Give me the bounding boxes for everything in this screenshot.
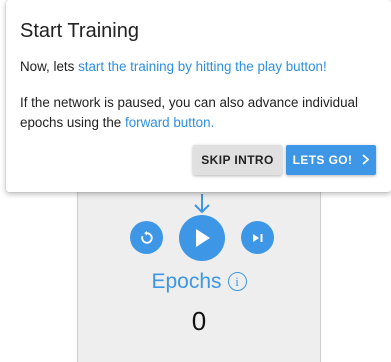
stage: Epochs i 0 Start Training Now, lets start… (0, 0, 391, 362)
reset-icon (140, 230, 153, 244)
skip-intro-label: SKIP INTRO (201, 153, 274, 167)
step-forward-button[interactable] (241, 221, 274, 254)
dialog-paragraph-1: Now, lets start the training by hitting … (20, 57, 380, 77)
start-training-dialog: Start Training Now, lets start the train… (6, 0, 391, 192)
lets-go-label: LETS GO! (292, 153, 353, 167)
step-forward-icon (252, 233, 262, 242)
epochs-value: 0 (191, 306, 207, 336)
play-button[interactable] (179, 215, 225, 261)
dialog-paragraph-2: If the network is paused, you can also a… (20, 93, 380, 133)
paragraph-1-text: Now, lets (20, 59, 79, 74)
play-button-link[interactable]: start the training by hitting the play b… (78, 59, 327, 74)
arrow-down-icon (194, 194, 210, 214)
play-icon (196, 229, 210, 247)
skip-intro-button[interactable]: SKIP INTRO (193, 145, 282, 175)
lets-go-button[interactable]: LETS GO! (286, 145, 376, 175)
forward-button-link[interactable]: forward button. (125, 115, 214, 130)
chevron-right-icon (362, 153, 370, 168)
dialog-title: Start Training (20, 20, 139, 42)
epochs-label-text: Epochs (151, 270, 222, 293)
reset-button[interactable] (130, 221, 163, 254)
epochs-label: Epochs i (77, 268, 321, 296)
info-icon[interactable]: i (227, 272, 247, 291)
